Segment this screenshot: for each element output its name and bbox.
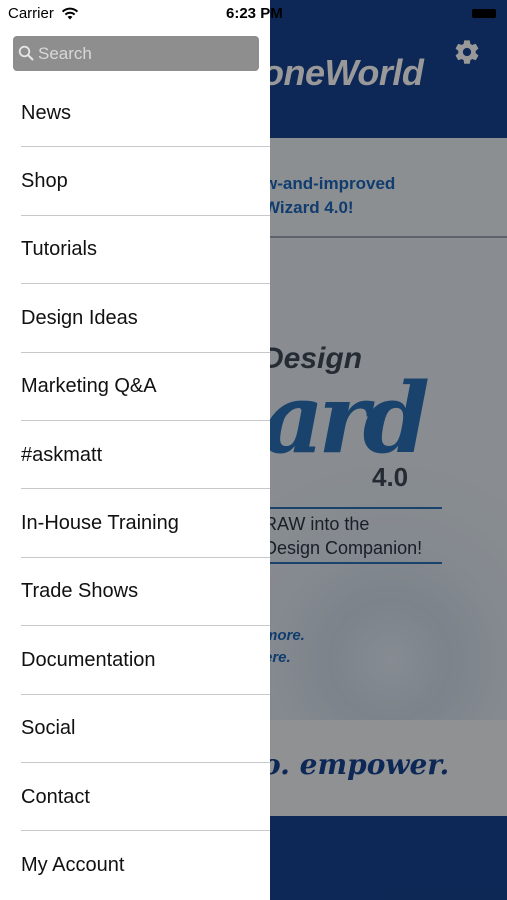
menu-item-social[interactable]: Social (0, 695, 270, 763)
menu-item-label: Shop (21, 170, 68, 193)
menu-item-label: News (21, 101, 72, 124)
menu-item-documentation[interactable]: Documentation (0, 626, 270, 695)
menu-item-my-account[interactable]: My Account (0, 831, 270, 899)
menu-item-label: Trade Shows (21, 580, 139, 603)
menu-item-label: Social (21, 717, 76, 740)
menu-item-label: Tutorials (21, 238, 97, 261)
drawer-menu: News Shop Tutorials Design Ideas Marketi… (0, 79, 270, 900)
clock: 6:23 PM (226, 5, 283, 22)
menu-item-label: Marketing Q&A (21, 375, 157, 398)
menu-item-label: Design Ideas (21, 306, 138, 329)
menu-item-label: My Account (21, 853, 125, 876)
battery-icon (472, 9, 496, 18)
menu-item-design-ideas[interactable]: Design Ideas (0, 284, 270, 353)
search-icon (18, 45, 34, 61)
menu-item-marketing-qa[interactable]: Marketing Q&A (0, 353, 270, 421)
search-input[interactable] (38, 36, 253, 71)
carrier-label: Carrier (8, 5, 54, 22)
menu-item-trade-shows[interactable]: Trade Shows (0, 558, 270, 627)
side-drawer: News Shop Tutorials Design Ideas Marketi… (0, 0, 270, 900)
menu-item-askmatt[interactable]: #askmatt (0, 421, 270, 490)
menu-item-label: Documentation (21, 648, 156, 671)
menu-item-news[interactable]: News (0, 79, 270, 148)
menu-item-shop[interactable]: Shop (0, 147, 270, 216)
menu-item-tutorials[interactable]: Tutorials (0, 216, 270, 285)
search-bar[interactable] (13, 36, 259, 71)
wifi-icon (61, 7, 79, 20)
menu-item-label: #askmatt (21, 443, 103, 466)
status-bar: Carrier 6:23 PM (0, 0, 507, 28)
menu-item-contact[interactable]: Contact (0, 763, 270, 832)
menu-item-label: Contact (21, 785, 90, 808)
menu-item-label: In-House Training (21, 512, 179, 535)
menu-item-in-house-training[interactable]: In-House Training (0, 489, 270, 558)
